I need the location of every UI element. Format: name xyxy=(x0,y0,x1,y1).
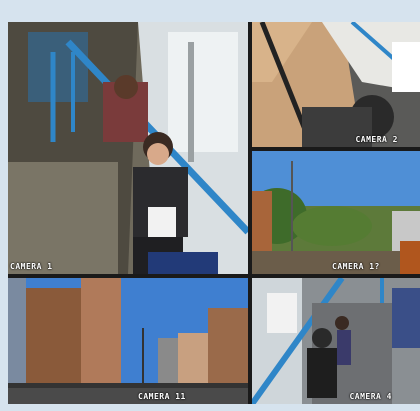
driver-cab-image xyxy=(252,22,420,147)
city-street-image xyxy=(8,278,248,404)
bus-interior-image xyxy=(8,22,248,274)
camera-label: CAMERA 1 xyxy=(10,262,53,271)
camera-feed-2[interactable]: CAMERA 2 xyxy=(252,22,420,147)
camera-feed-3[interactable]: CAMERA 1? xyxy=(252,151,420,274)
camera-label: CAMERA 11 xyxy=(138,392,186,401)
street-view-image xyxy=(252,151,420,274)
camera-label: CAMERA 1? xyxy=(332,262,380,271)
camera-grid: CAMERA 1 CAMERA 2 CAMERA 1? CAMERA 11 CA… xyxy=(8,22,420,404)
bus-rear-interior-image xyxy=(252,278,420,404)
camera-feed-4[interactable]: CAMERA 4 xyxy=(252,278,420,404)
camera-label: CAMERA 4 xyxy=(349,392,392,401)
camera-label: CAMERA 2 xyxy=(355,135,398,144)
camera-feed-1[interactable]: CAMERA 1 xyxy=(8,22,248,274)
camera-feed-11[interactable]: CAMERA 11 xyxy=(8,278,248,404)
